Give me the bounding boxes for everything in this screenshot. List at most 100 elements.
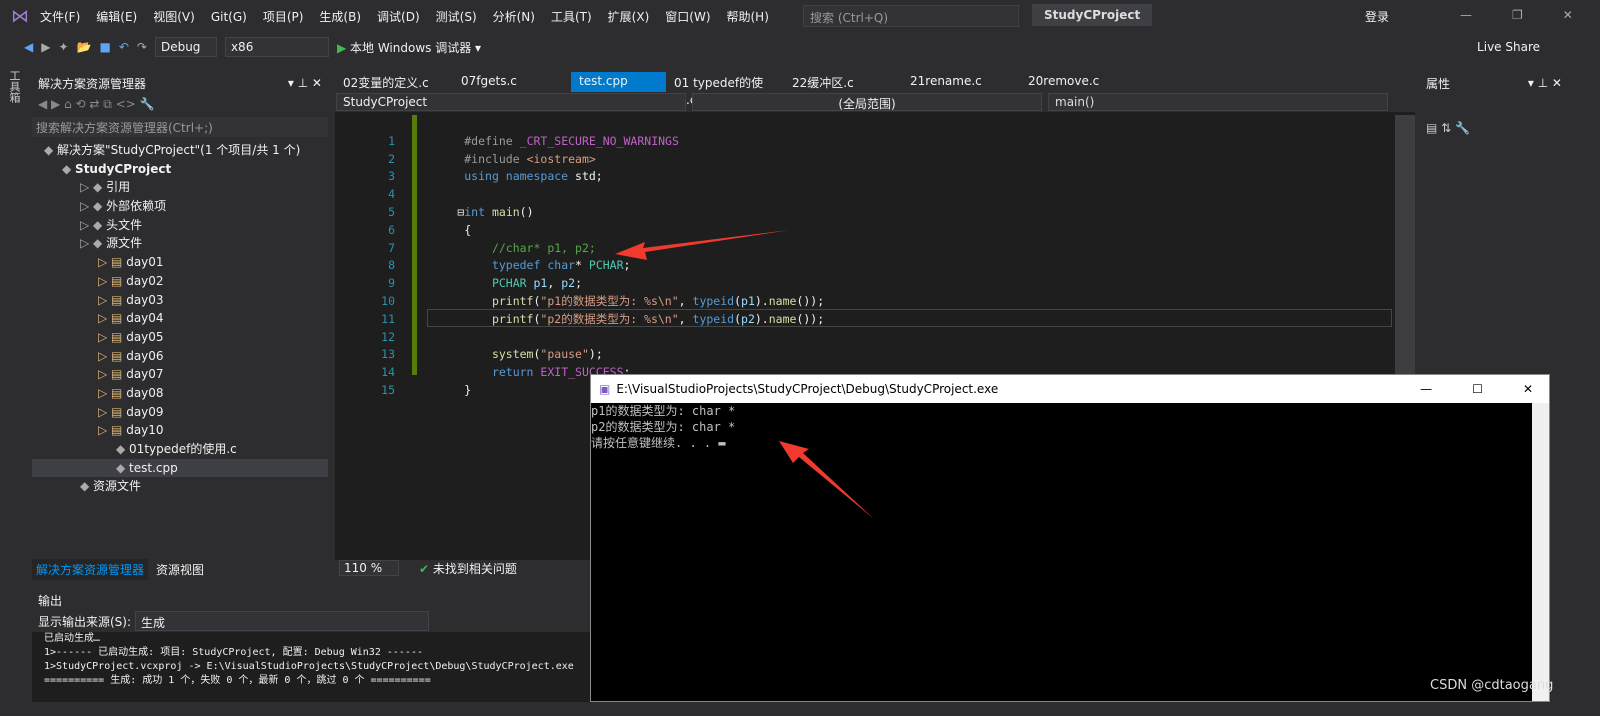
config-select[interactable]: Debug — [154, 37, 217, 57]
menu-item[interactable]: 窗口(W) — [665, 10, 710, 24]
editor-tab[interactable]: test.cpp — [571, 72, 666, 92]
console-line: p2的数据类型为: char * — [591, 420, 736, 434]
menu-item[interactable]: 分析(N) — [493, 10, 535, 24]
menu-item[interactable]: 测试(S) — [436, 10, 477, 24]
tree-item[interactable]: ▷ ▤ day02 — [32, 272, 328, 291]
tree-item[interactable]: ◆ StudyCProject — [32, 160, 328, 179]
zoom-select[interactable]: 110 % — [339, 560, 399, 576]
tree-item[interactable]: ▷ ▤ day04 — [32, 309, 328, 328]
scope-dropdown[interactable]: (全局范围) — [692, 93, 1042, 111]
tree-item[interactable]: ▷ ▤ day03 — [32, 291, 328, 310]
editor-tab[interactable]: 01 typedef的使用.c — [666, 72, 784, 107]
menu-item[interactable]: 文件(F) — [40, 10, 80, 24]
editor-tab[interactable]: 20remove.c — [1020, 72, 1138, 92]
tree-item[interactable]: ▷ ◆ 外部依赖项 — [32, 197, 328, 216]
issues-label: 未找到相关问题 — [432, 562, 517, 576]
folder-icon: ▷ ▤ — [98, 385, 127, 400]
output-line: 已启动生成… — [44, 633, 101, 644]
properties-toolbar[interactable]: ▤ ⇅ 🔧 — [1420, 121, 1568, 135]
tree-item[interactable]: ▷ ▤ day01 — [32, 253, 328, 272]
member-dropdown[interactable]: main() — [1048, 93, 1388, 111]
folder-icon: ▷ ▤ — [98, 273, 127, 288]
watermark: CSDN @cdtaogang — [1430, 678, 1554, 693]
vs-logo-icon: ⋈ — [11, 5, 29, 27]
search-input[interactable]: 搜索 (Ctrl+Q) — [803, 5, 1019, 27]
output-source-select[interactable]: 生成 — [135, 611, 430, 631]
tree-item[interactable]: ▷ ▤ day05 — [32, 328, 328, 347]
tab-resource-view[interactable]: 资源视图 — [152, 559, 208, 580]
login-button[interactable]: 登录 — [1365, 8, 1389, 25]
close-button[interactable]: ✕ — [1563, 8, 1573, 22]
redo-icon[interactable]: ↷ — [137, 40, 147, 54]
tree-item[interactable]: ▷ ◆ 引用 — [32, 178, 328, 197]
menu-item[interactable]: 工具(T) — [551, 10, 592, 24]
tree-item[interactable]: ▷ ◆ 源文件 — [32, 234, 328, 253]
folder-icon: ▷ ▤ — [98, 255, 127, 270]
issues-status[interactable]: ✔ 未找到相关问题 — [419, 560, 517, 578]
tree-item[interactable]: ▷ ▤ day10 — [32, 421, 328, 440]
folder-icon: ▷ ▤ — [98, 292, 127, 307]
tree-item-label: day08 — [126, 385, 164, 400]
solution-tree: ◆ 解决方案"StudyCProject"(1 个项目/共 1 个) ◆ Stud… — [32, 141, 328, 496]
tree-item[interactable]: ◆ 01typedef的使用.c — [32, 440, 328, 459]
output-line: 1>------ 已启动生成: 项目: StudyCProject, 配置: D… — [44, 647, 423, 658]
tree-item-label: 引用 — [106, 180, 131, 195]
run-button[interactable]: ▶ 本地 Windows 调试器 ▾ — [337, 39, 481, 56]
platform-select[interactable]: x86 — [224, 37, 329, 57]
tree-item-label: day09 — [126, 404, 164, 419]
output-header: 输出 — [32, 590, 590, 610]
menu-item[interactable]: Git(G) — [211, 10, 247, 24]
pin-close-icons[interactable]: ▾ ⊥ ✕ — [288, 76, 322, 90]
window-controls: — ❐ ✕ — [1460, 8, 1573, 22]
explorer-search[interactable]: 搜索解决方案资源管理器(Ctrl+;) — [32, 117, 328, 137]
console-maximize[interactable]: ☐ — [1472, 382, 1483, 396]
project-icon: ◆ — [62, 161, 76, 176]
menu-item[interactable]: 项目(P) — [263, 10, 304, 24]
menu-item[interactable]: 生成(B) — [319, 10, 361, 24]
tree-item[interactable]: ▷ ▤ day06 — [32, 347, 328, 366]
menu-item[interactable]: 调试(D) — [377, 10, 420, 24]
menu-item[interactable]: 扩展(X) — [608, 10, 650, 24]
tree-item[interactable]: ◆ test.cpp — [32, 458, 328, 478]
maximize-button[interactable]: ❐ — [1512, 8, 1523, 22]
console-window: ▣ E:\VisualStudioProjects\StudyCProject\… — [590, 374, 1550, 702]
minimize-button[interactable]: — — [1460, 8, 1472, 22]
toolbox-tab[interactable]: 工具箱 — [8, 70, 22, 103]
tree-item-label: day05 — [126, 329, 164, 344]
save-icon[interactable]: ■ — [99, 40, 110, 54]
tree-item-label: day03 — [126, 292, 164, 307]
editor-tab[interactable]: 07fgets.c — [453, 72, 571, 92]
console-close[interactable]: ✕ — [1523, 382, 1533, 396]
menu-item[interactable]: 视图(V) — [153, 10, 195, 24]
tree-item-label: day06 — [126, 348, 164, 363]
tree-item[interactable]: ◆ 资源文件 — [32, 477, 328, 496]
tree-item[interactable]: ▷ ▤ day09 — [32, 403, 328, 422]
tab-solution-explorer[interactable]: 解决方案资源管理器 — [32, 559, 149, 580]
window-title: StudyCProject — [1032, 4, 1153, 26]
tree-item[interactable]: ▷ ▤ day07 — [32, 365, 328, 384]
solution-explorer: 解决方案资源管理器 ▾ ⊥ ✕ ◀ ▶ ⌂ ⟲ ⇄ ⧉ <> 🔧 搜索解决方案资源… — [32, 73, 328, 580]
back-icon[interactable]: ◀ — [24, 40, 33, 54]
console-scrollbar[interactable] — [1532, 403, 1549, 701]
menu-item[interactable]: 编辑(E) — [96, 10, 137, 24]
explorer-toolbar: ◀ ▶ ⌂ ⟲ ⇄ ⧉ <> 🔧 — [38, 97, 155, 111]
menu-item[interactable]: 帮助(H) — [727, 10, 769, 24]
new-project-icon[interactable]: ✦ — [58, 40, 68, 54]
editor-tab[interactable]: 02变量的定义.c — [335, 72, 453, 92]
open-icon[interactable]: 📂 — [77, 40, 92, 54]
editor-tab[interactable]: 21rename.c — [902, 72, 1020, 92]
menu: 文件(F) 编辑(E) 视图(V) Git(G) 项目(P) 生成(B) 调试(D) 测试(S… — [40, 8, 785, 25]
undo-icon[interactable]: ↶ — [119, 40, 129, 54]
tree-item[interactable]: ▷ ▤ day08 — [32, 384, 328, 403]
editor-tab[interactable]: 22缓冲区.c — [784, 72, 902, 92]
pin-close-icons[interactable]: ▾ ⊥ ✕ — [1528, 76, 1562, 90]
tree-item[interactable]: ◆ 解决方案"StudyCProject"(1 个项目/共 1 个) — [32, 141, 328, 160]
file-icon: ▷ ◆ — [80, 236, 107, 251]
console-minimize[interactable]: — — [1420, 382, 1432, 396]
folder-icon: ▷ ▤ — [98, 329, 127, 344]
tree-item[interactable]: ▷ ◆ 头文件 — [32, 216, 328, 235]
project-dropdown[interactable]: StudyCProject — [336, 93, 686, 111]
output-line: ========== 生成: 成功 1 个，失败 0 个，最新 0 个，跳过 0… — [44, 675, 431, 686]
forward-icon[interactable]: ▶ — [41, 40, 50, 54]
live-share-button[interactable]: Live Share — [1477, 40, 1540, 54]
